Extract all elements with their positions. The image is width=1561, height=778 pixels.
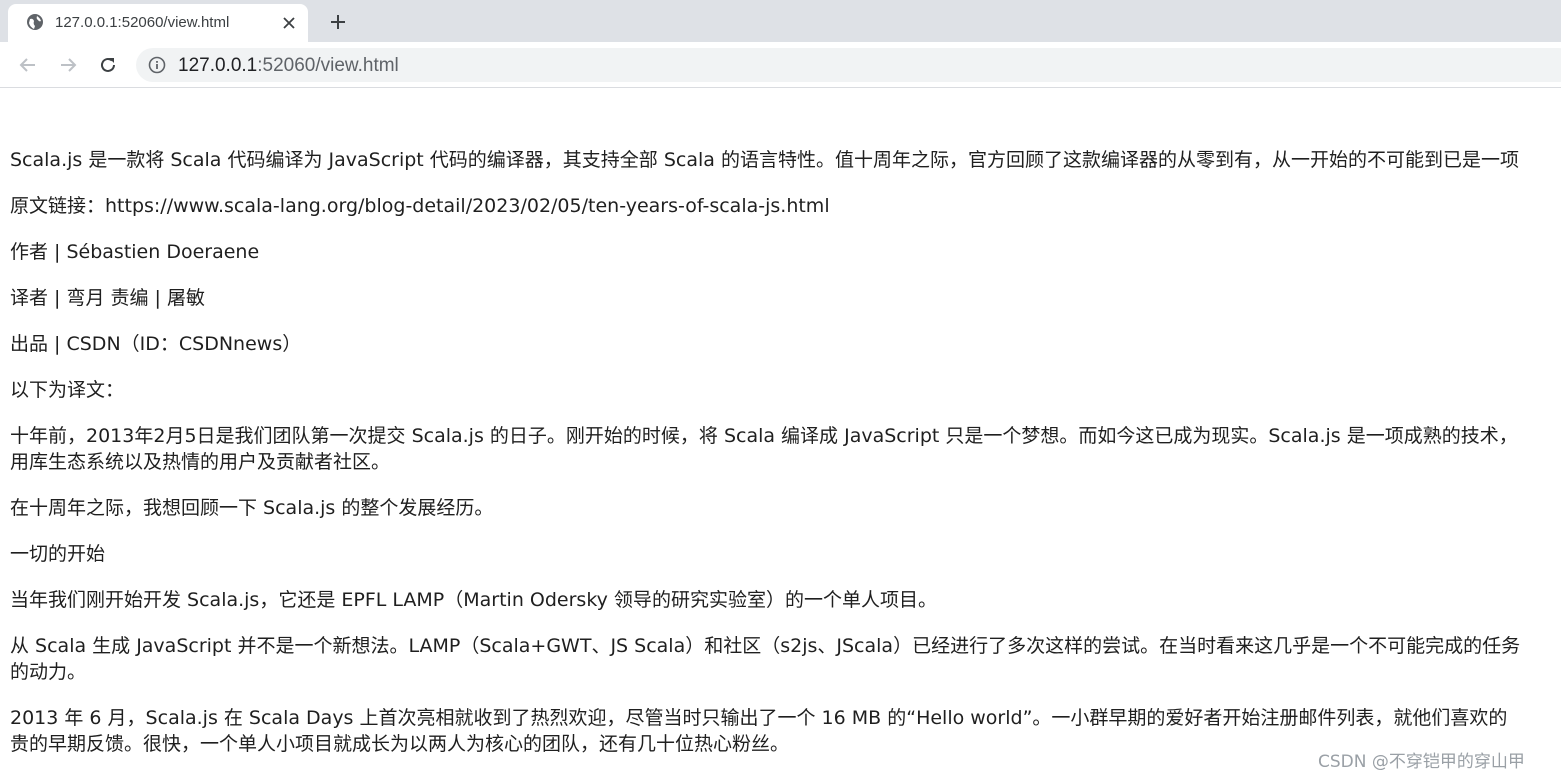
- paragraph-4-line-1: 从 Scala 生成 JavaScript 并不是一个新想法。LAMP（Scal…: [10, 635, 1521, 657]
- paragraph-2: 在十周年之际，我想回顾一下 Scala.js 的整个发展经历。: [10, 497, 494, 519]
- close-icon[interactable]: [278, 12, 300, 34]
- watermark: CSDN @不穿铠甲的穿山甲: [1318, 752, 1525, 772]
- arrow-left-icon: [19, 58, 35, 72]
- forward-button[interactable]: [53, 50, 83, 80]
- url-path: :52060/view.html: [257, 55, 399, 76]
- translation-intro: 以下为译文：: [10, 379, 125, 401]
- paragraph-5-line-2: 贵的早期反馈。很快，一个单人小项目就成长为以两人为核心的团队，还有几十位热心粉丝…: [10, 733, 790, 755]
- section-heading: 一切的开始: [10, 543, 106, 565]
- tab-strip: 127.0.0.1:52060/view.html: [0, 0, 1561, 42]
- url-text[interactable]: 127.0.0.1:52060/view.html: [178, 55, 399, 77]
- browser-tab[interactable]: 127.0.0.1:52060/view.html: [8, 4, 308, 42]
- browser-toolbar: 127.0.0.1:52060/view.html: [0, 42, 1561, 88]
- publisher-line: 出品 | CSDN（ID：CSDNnews）: [10, 333, 302, 355]
- new-tab-button[interactable]: [324, 8, 352, 36]
- reload-button[interactable]: [93, 50, 123, 80]
- paragraph-3: 当年我们刚开始开发 Scala.js，它还是 EPFL LAMP（Martin …: [10, 589, 937, 611]
- info-icon[interactable]: [148, 56, 166, 74]
- plus-icon: [331, 15, 345, 29]
- arrow-right-icon: [61, 58, 77, 72]
- paragraph-1-line-2: 用库生态系统以及热情的用户及贡献者社区。: [10, 451, 391, 473]
- tab-title: 127.0.0.1:52060/view.html: [55, 14, 230, 31]
- source-link: 原文链接：https://www.scala-lang.org/blog-det…: [10, 195, 830, 217]
- translator-line: 译者 | 弯月 责编 | 屠敏: [10, 287, 206, 309]
- globe-icon: [26, 13, 44, 31]
- url-host: 127.0.0.1: [178, 55, 258, 76]
- author-line: 作者 | Sébastien Doeraene: [10, 241, 260, 263]
- back-button[interactable]: [13, 50, 43, 80]
- paragraph-4-line-2: 的动力。: [10, 661, 87, 683]
- address-bar[interactable]: 127.0.0.1:52060/view.html: [136, 48, 1561, 82]
- paragraph-5-line-1: 2013 年 6 月，Scala.js 在 Scala Days 上首次亮相就收…: [10, 707, 1508, 729]
- article-intro: Scala.js 是一款将 Scala 代码编译为 JavaScript 代码的…: [10, 149, 1519, 171]
- reload-icon: [101, 57, 115, 72]
- paragraph-1-line-1: 十年前，2013年2月5日是我们团队第一次提交 Scala.js 的日子。刚开始…: [10, 425, 1518, 447]
